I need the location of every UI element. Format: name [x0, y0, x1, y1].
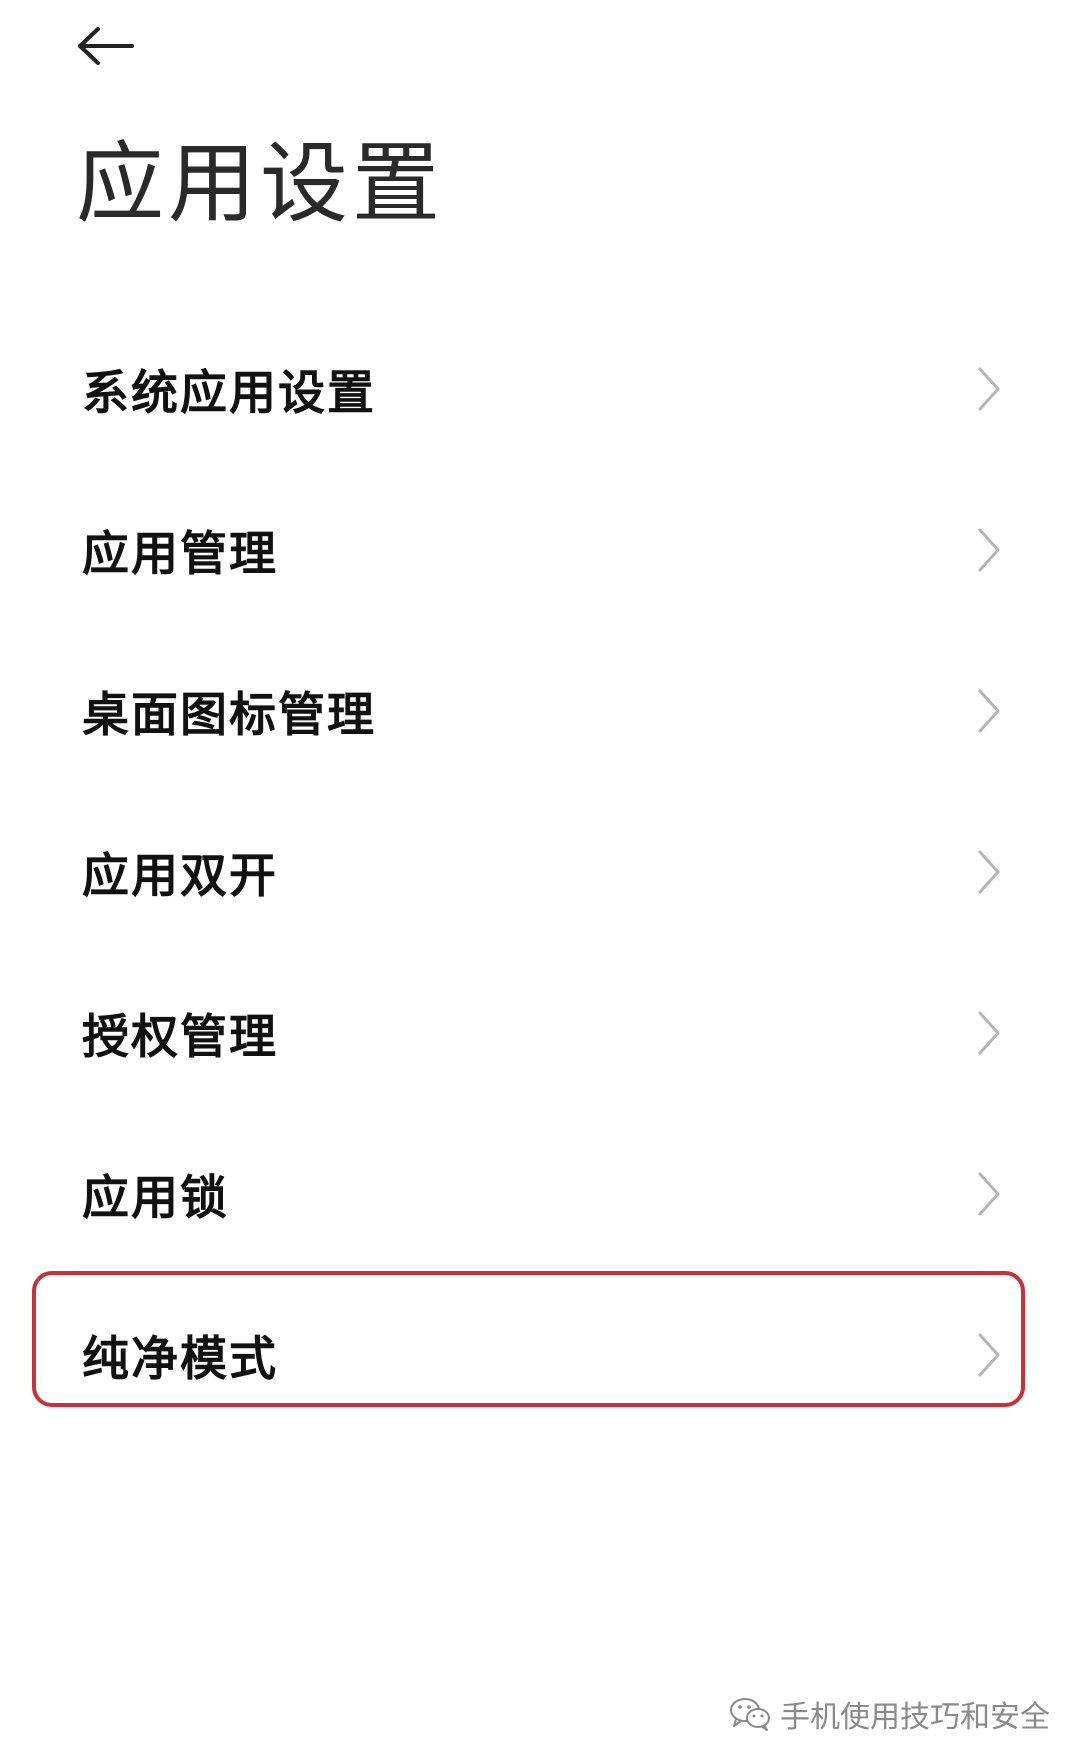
menu-item-desktop-icon-management[interactable]: 桌面图标管理	[0, 630, 1080, 791]
watermark: 手机使用技巧和安全	[728, 1692, 1050, 1736]
menu-item-dual-apps[interactable]: 应用双开	[0, 791, 1080, 952]
menu-item-label: 系统应用设置	[82, 366, 376, 421]
chevron-right-icon	[978, 1172, 1000, 1215]
menu-item-label: 授权管理	[82, 1010, 278, 1065]
chevron-right-icon	[978, 689, 1000, 732]
menu-item-app-lock[interactable]: 应用锁	[0, 1113, 1080, 1274]
menu-item-app-management[interactable]: 应用管理	[0, 469, 1080, 630]
chevron-right-icon	[978, 1333, 1000, 1376]
menu-item-label: 应用双开	[82, 849, 278, 904]
menu-item-system-app-settings[interactable]: 系统应用设置	[0, 308, 1080, 469]
wechat-icon	[730, 1698, 770, 1731]
menu-item-permission-management[interactable]: 授权管理	[0, 952, 1080, 1113]
chevron-right-icon	[978, 850, 1000, 893]
chevron-right-icon	[978, 367, 1000, 410]
menu-item-label: 应用锁	[82, 1171, 229, 1226]
arrow-left-icon	[78, 27, 134, 65]
watermark-text: 手机使用技巧和安全	[780, 1700, 1050, 1735]
page-title: 应用设置	[76, 132, 445, 235]
menu-item-label: 桌面图标管理	[82, 688, 376, 743]
menu-item-label: 应用管理	[82, 527, 278, 582]
settings-menu-list: 系统应用设置 应用管理 桌面图标管理 应用双开 授权管理 应用锁 纯净模式	[0, 308, 1080, 1435]
chevron-right-icon	[978, 1011, 1000, 1054]
menu-item-label: 纯净模式	[82, 1332, 278, 1387]
back-button[interactable]	[70, 18, 142, 74]
chevron-right-icon	[978, 528, 1000, 571]
menu-item-pure-mode[interactable]: 纯净模式	[0, 1274, 1080, 1435]
